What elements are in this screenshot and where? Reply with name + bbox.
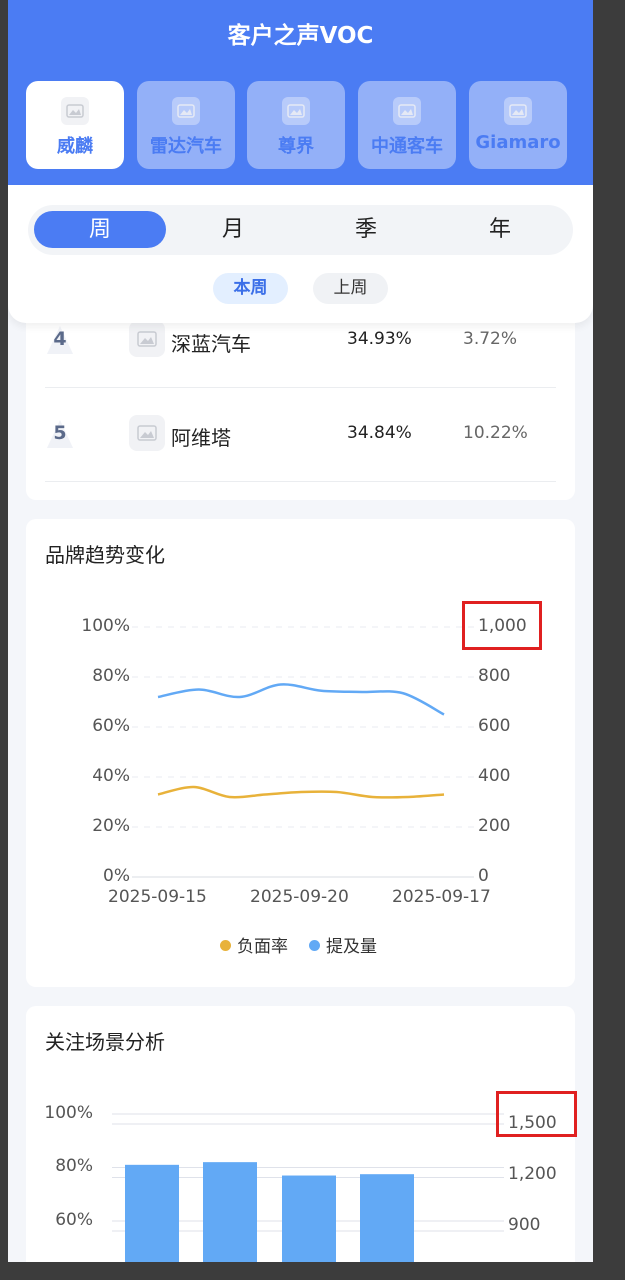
bar[interactable] — [282, 1175, 336, 1262]
brand-name: 阿维塔 — [171, 426, 231, 450]
bar[interactable] — [360, 1174, 414, 1262]
period-tab-month[interactable]: 月 — [167, 211, 299, 248]
sub-period-this-week[interactable]: 本周 — [213, 273, 288, 304]
image-placeholder-icon — [172, 97, 200, 125]
series-line-提及量 — [157, 683, 445, 716]
period-tab-year[interactable]: 年 — [434, 211, 566, 248]
legend-dot — [220, 940, 231, 951]
y-right-tick: 600 — [478, 716, 511, 736]
brand-tab-label: 中通客车 — [371, 136, 443, 157]
y-left-tick: 100% — [44, 1103, 93, 1123]
y-right-tick: 1,200 — [508, 1164, 557, 1184]
rank-badge: 4 — [45, 324, 75, 356]
brand-tab-label: 尊界 — [278, 136, 314, 157]
brand-tab-2[interactable]: 尊界 — [247, 81, 345, 169]
change-rate: 10.22% — [463, 423, 528, 443]
y-left-tick: 80% — [55, 1156, 93, 1176]
trend-chart — [132, 626, 474, 878]
y-left-tick: 60% — [92, 716, 130, 736]
y-left-tick: 20% — [92, 816, 130, 836]
negative-rate: 34.84% — [347, 423, 412, 443]
brand-tab-label: 雷达汽车 — [150, 136, 222, 157]
rank-number: 5 — [53, 422, 67, 444]
period-segmented-control: 周 月 季 年 — [28, 205, 573, 255]
scene-chart — [112, 1113, 504, 1262]
x-tick: 2025-09-20 — [250, 887, 349, 907]
y-right-tick: 200 — [478, 816, 511, 836]
brand-name: 深蓝汽车 — [171, 332, 251, 356]
brand-logo — [129, 321, 165, 357]
y-left-tick: 0% — [103, 866, 130, 886]
rank-badge: 5 — [45, 418, 75, 450]
y-left-tick: 40% — [92, 766, 130, 786]
y-right-tick: 0 — [478, 866, 489, 886]
sub-period-last-week[interactable]: 上周 — [313, 273, 388, 304]
y-left-tick: 100% — [81, 616, 130, 636]
scene-analysis-card: 关注场景分析 100% 80% 60% 1,500 1,200 900 — [26, 1006, 577, 1262]
legend-label: 负面率 — [237, 937, 288, 957]
brand-trend-card: 品牌趋势变化 100% 80% 60% 40% 20% 0% 1,000 800… — [26, 519, 575, 987]
change-rate: 3.72% — [463, 329, 518, 349]
bar[interactable] — [203, 1162, 257, 1262]
brand-tab-label: Giamaro — [475, 132, 561, 153]
legend-mention-volume[interactable]: 提及量 — [309, 932, 377, 957]
ranking-card: 4 深蓝汽车 34.93% 3.72% 5 阿维塔 34.84% 10.22% — [26, 300, 575, 500]
series-line-负面率 — [157, 785, 445, 799]
rank-number: 4 — [53, 328, 67, 350]
x-tick: 2025-09-17 — [392, 887, 491, 907]
image-placeholder-icon — [137, 331, 157, 347]
period-selector-panel: 周 月 季 年 本周 上周 — [8, 185, 593, 323]
brand-logo — [129, 415, 165, 451]
x-tick: 2025-09-15 — [108, 887, 207, 907]
brand-tab-label: 威麟 — [57, 136, 93, 157]
table-row[interactable]: 5 阿维塔 34.84% 10.22% — [45, 388, 556, 482]
period-tab-week[interactable]: 周 — [34, 211, 166, 248]
negative-rate: 34.93% — [347, 329, 412, 349]
image-placeholder-icon — [137, 425, 157, 441]
brand-tab-0[interactable]: 威麟 — [26, 81, 124, 169]
legend-negative-rate[interactable]: 负面率 — [220, 932, 288, 957]
legend-label: 提及量 — [326, 937, 377, 957]
highlight-box — [496, 1091, 577, 1137]
app-header: 客户之声VOC 威麟 雷达汽车 尊界 中通客车 Giamaro — [8, 0, 593, 185]
y-right-tick: 900 — [508, 1215, 541, 1235]
bar[interactable] — [125, 1164, 179, 1262]
page-title: 客户之声VOC — [227, 23, 374, 49]
image-placeholder-icon — [504, 97, 532, 125]
brand-tab-1[interactable]: 雷达汽车 — [137, 81, 235, 169]
brand-tab-3[interactable]: 中通客车 — [358, 81, 456, 169]
brand-tab-4[interactable]: Giamaro — [469, 81, 567, 169]
highlight-box — [462, 601, 542, 650]
image-placeholder-icon — [282, 97, 310, 125]
image-placeholder-icon — [61, 97, 89, 125]
app-viewport: 4 深蓝汽车 34.93% 3.72% 5 阿维塔 34.84% 10.22% … — [8, 0, 593, 1262]
legend-dot — [309, 940, 320, 951]
y-right-tick: 400 — [478, 766, 511, 786]
image-placeholder-icon — [393, 97, 421, 125]
period-tab-quarter[interactable]: 季 — [300, 211, 432, 248]
y-right-tick: 800 — [478, 666, 511, 686]
y-left-tick: 60% — [55, 1210, 93, 1230]
y-left-tick: 80% — [92, 666, 130, 686]
